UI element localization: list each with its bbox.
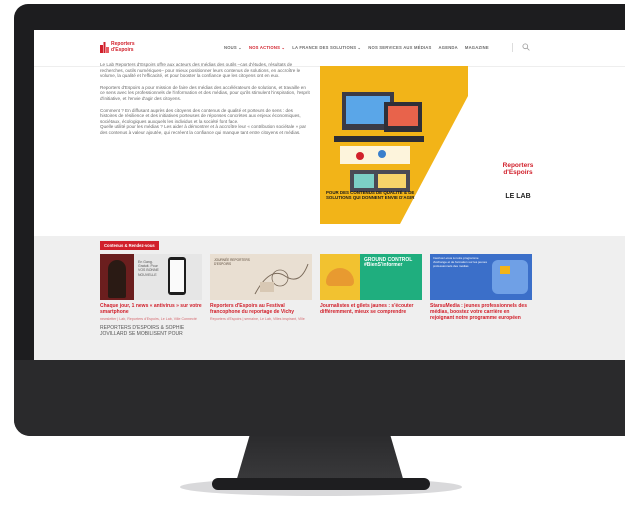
article-meta[interactable]: Reporters d'Espoirs | semaine, Le Lab, V…: [210, 317, 312, 322]
article-thumbnail[interactable]: JOURNÉE REPORTERS D'ESPOIRS: [210, 254, 312, 300]
article-card[interactable]: JOURNÉE REPORTERS D'ESPOIRS Reporters d'…: [210, 254, 312, 322]
website-screen: Reporters d'Espoirs NOUS ⌄ NOS ACTIONS ⌄…: [34, 30, 625, 360]
article-title[interactable]: Journalistes et gilets jaunes : s'écoute…: [320, 303, 422, 315]
menu-item-france-solutions[interactable]: LA FRANCE DES SOLUTIONS ⌄: [292, 45, 361, 50]
menu-item-agenda[interactable]: AGENDA: [439, 45, 458, 50]
thumbnail-text: JOURNÉE REPORTERS D'ESPOIRS: [214, 258, 250, 266]
intro-paragraph-3: Comment ? En diffusant auprès des citoye…: [100, 107, 301, 124]
menu-item-magazine[interactable]: MAGAZINE: [465, 45, 489, 50]
monitor-foot: [212, 478, 430, 490]
sketch-illustration: [254, 263, 309, 295]
site-logo[interactable]: Reporters d'Espoirs: [100, 41, 144, 54]
main-menu: NOUS ⌄ NOS ACTIONS ⌄ LA FRANCE DES SOLUT…: [224, 45, 489, 50]
hero-brand: Reporters d'Espoirs: [488, 162, 548, 176]
article-thumbnail[interactable]: En Gang. Gratuit. Pour VOS BONNE NOUVELL…: [100, 254, 202, 300]
article-card[interactable]: En Gang. Gratuit. Pour VOS BONNE NOUVELL…: [100, 254, 202, 337]
logo-mark-icon: [100, 42, 109, 53]
menu-item-nous[interactable]: NOUS ⌄: [224, 45, 242, 50]
thumbnail-text: En Gang. Gratuit. Pour VOS BONNE NOUVELL…: [138, 260, 159, 277]
section-badge[interactable]: Contenus & Rendez-vous: [100, 241, 159, 250]
thumbnail-text: Inscrivez-vous à notre programme d'échan…: [433, 256, 487, 268]
article-thumbnail[interactable]: GROUND CONTROL #BienS'informer: [320, 254, 422, 300]
search-icon[interactable]: [522, 43, 530, 51]
article-title[interactable]: Reporters d'Espoirs au Festival francoph…: [210, 303, 312, 315]
article-excerpt: REPORTERS D'ESPOIRS & SOPHIE JOVILLARD S…: [100, 324, 185, 337]
hero-caption: POUR DES CONTENUS DE QUALITÉ & DE SOLUTI…: [326, 190, 415, 200]
article-thumbnail[interactable]: Inscrivez-vous à notre programme d'échan…: [430, 254, 532, 300]
article-card[interactable]: GROUND CONTROL #BienS'informer Journalis…: [320, 254, 422, 315]
intro-paragraph-1: Le Lab Reporters d'Espoirs offre aux act…: [100, 62, 301, 79]
hero-illustration: [320, 66, 468, 224]
logo-text: Reporters d'Espoirs: [111, 41, 135, 53]
intro-paragraph-2: Reporters d'Espoirs a pour mission de fa…: [100, 84, 310, 101]
article-title[interactable]: Chaque jour, 1 news « antivirus » sur vo…: [100, 303, 202, 315]
article-card[interactable]: Inscrivez-vous à notre programme d'échan…: [430, 254, 532, 321]
monitor-chin: [14, 360, 625, 436]
logo-line2: d'Espoirs: [111, 46, 134, 53]
intro-paragraph-4: Quelle utilité pour les médias ? Les aid…: [100, 124, 307, 135]
monitor-stand: [236, 436, 404, 482]
thumbnail-text: GROUND CONTROL #BienS'informer: [364, 257, 413, 269]
hero-artwork: [320, 66, 468, 224]
hero-brand-line1: Reporters: [502, 162, 534, 169]
intro-text: Le Lab Reporters d'Espoirs offre aux act…: [100, 62, 310, 142]
content-section: Contenus & Rendez-vous En Gang. Gratuit.…: [34, 236, 625, 360]
article-meta[interactable]: newsletter | Lab, Reporters d'Espoirs, L…: [100, 317, 202, 322]
menu-item-nos-actions[interactable]: NOS ACTIONS ⌄: [249, 45, 285, 50]
menu-divider: [512, 43, 513, 52]
hero-lab-label: LE LAB: [505, 193, 531, 200]
menu-item-services-medias[interactable]: NOS SERVICES AUX MÉDIAS: [368, 45, 431, 50]
hero-brand-line2: d'Espoirs: [503, 169, 533, 176]
article-title[interactable]: StarsuMedia : jeunes professionnels des …: [430, 303, 532, 321]
